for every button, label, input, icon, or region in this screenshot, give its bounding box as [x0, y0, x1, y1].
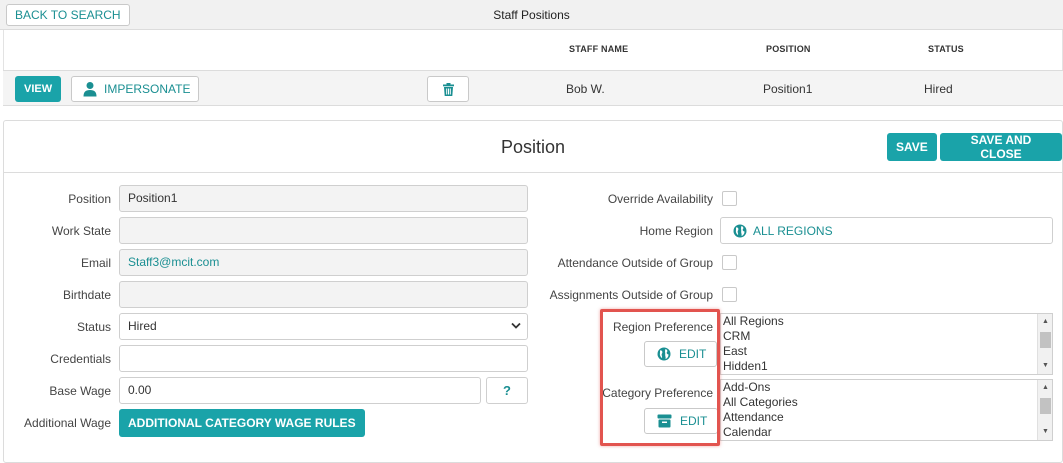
list-item[interactable]: Attendance	[721, 410, 1052, 425]
impersonate-button[interactable]: IMPERSONATE	[71, 76, 200, 102]
email-label: Email	[80, 256, 111, 270]
trash-icon	[442, 82, 454, 96]
list-item[interactable]: All Regions	[721, 314, 1052, 329]
list-item[interactable]: CRM	[721, 329, 1052, 344]
work-state-field[interactable]	[119, 217, 528, 244]
attendance-outside-group-checkbox[interactable]	[722, 255, 737, 270]
save-button[interactable]: SAVE	[887, 133, 937, 161]
assignments-outside-group-label: Assignments Outside of Group	[549, 288, 713, 302]
list-item[interactable]: Hidden1	[721, 359, 1052, 374]
status-select-value: Hired	[128, 319, 157, 333]
category-list-scrollbar[interactable]: ▲ ▼	[1037, 380, 1052, 440]
additional-wage-label: Additional Wage	[24, 416, 111, 430]
birthdate-label: Birthdate	[62, 288, 111, 302]
home-region-value: ALL REGIONS	[753, 223, 833, 238]
additional-category-wage-rules-button[interactable]: ADDITIONAL CATEGORY WAGE RULES	[119, 409, 365, 437]
table-row: VIEW IMPERSONATE Bob W. Position1 Hired	[3, 70, 1063, 106]
cell-staff-name: Bob W.	[566, 82, 605, 96]
base-wage-label: Base Wage	[49, 384, 111, 398]
cell-status: Hired	[924, 82, 953, 96]
column-header-position: POSITION	[766, 44, 811, 54]
position-label: Position	[68, 192, 111, 206]
user-icon	[83, 82, 97, 97]
page-title: Staff Positions	[493, 8, 570, 22]
annotation-highlight-box	[600, 309, 720, 446]
override-availability-checkbox[interactable]	[722, 191, 737, 206]
chevron-down-icon	[511, 322, 521, 329]
home-region-label: Home Region	[639, 224, 713, 238]
birthdate-field[interactable]	[119, 281, 528, 308]
top-bar: BACK TO SEARCH Staff Positions	[0, 0, 1063, 30]
status-select[interactable]: Hired	[119, 313, 528, 340]
base-wage-field[interactable]: 0.00	[119, 377, 481, 404]
region-preference-list[interactable]: All Regions CRM East Hidden1 ▲ ▼	[720, 313, 1053, 375]
scroll-thumb[interactable]	[1040, 332, 1051, 348]
attendance-outside-group-label: Attendance Outside of Group	[557, 256, 713, 270]
impersonate-label: IMPERSONATE	[104, 82, 191, 96]
list-item[interactable]: Add-Ons	[721, 380, 1052, 395]
list-item[interactable]: All Categories	[721, 395, 1052, 410]
panel-header: Position SAVE SAVE AND CLOSE	[4, 121, 1062, 173]
credentials-field[interactable]	[119, 345, 528, 372]
credentials-label: Credentials	[50, 352, 111, 366]
override-availability-label: Override Availability	[607, 192, 713, 206]
column-header-status: STATUS	[928, 44, 964, 54]
list-item[interactable]: East	[721, 344, 1052, 359]
list-item[interactable]: Calendar	[721, 425, 1052, 440]
work-state-label: Work State	[51, 224, 111, 238]
globe-icon	[733, 224, 747, 237]
scroll-up-icon[interactable]: ▲	[1038, 317, 1052, 327]
scroll-up-icon[interactable]: ▲	[1038, 383, 1052, 393]
save-and-close-button[interactable]: SAVE AND CLOSE	[940, 133, 1062, 161]
view-button[interactable]: VIEW	[15, 76, 62, 102]
column-header-staff-name: STAFF NAME	[569, 44, 629, 54]
assignments-outside-group-checkbox[interactable]	[722, 287, 737, 302]
cell-position: Position1	[763, 82, 813, 96]
category-preference-list[interactable]: Add-Ons All Categories Attendance Calend…	[720, 379, 1053, 441]
scroll-down-icon[interactable]: ▼	[1038, 427, 1052, 437]
position-field[interactable]: Position1	[119, 185, 528, 212]
staff-table-header: STAFF NAME POSITION STATUS	[3, 30, 1063, 70]
status-label: Status	[76, 320, 111, 334]
email-field[interactable]: Staff3@mcit.com	[119, 249, 528, 276]
scroll-down-icon[interactable]: ▼	[1038, 361, 1052, 371]
base-wage-help-button[interactable]: ?	[486, 377, 528, 404]
scroll-thumb[interactable]	[1040, 398, 1051, 414]
home-region-field[interactable]: ALL REGIONS	[720, 217, 1053, 244]
region-list-scrollbar[interactable]: ▲ ▼	[1037, 314, 1052, 374]
delete-button[interactable]	[427, 76, 469, 102]
